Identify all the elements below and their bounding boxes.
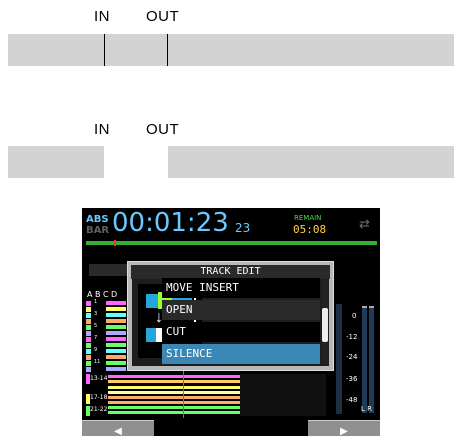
master-meter-peak-l [362,306,367,308]
top-in-label: IN [94,8,110,25]
time-counter: 00:01:23 [112,208,229,238]
top-in-marker [104,34,105,66]
track-letter-d: D [111,290,118,299]
menu-item-move-insert[interactable]: MOVE INSERT [162,278,320,298]
position-bar [86,241,377,245]
track-color-11 [86,361,91,366]
clip-11 [106,361,126,365]
abs-label: ABS [86,214,109,225]
track-color-7 [86,337,91,342]
clip-16 [108,391,240,394]
track-number-17-18: 17-18 [90,394,108,401]
bottom-silenced-region [104,146,168,178]
track-color-4 [86,319,91,324]
clip-19 [108,406,240,409]
prev-button[interactable]: ◀ [82,420,154,436]
meter-scale-12: -12 [346,333,358,341]
remain-time: 05:08 [293,223,327,236]
master-meter-l [362,308,367,413]
left-arrow-icon: ◀ [114,426,122,436]
master-meter-peak-r [369,306,374,308]
clip-7 [106,337,126,341]
menu-item-open[interactable]: OPEN [162,300,320,320]
meter-scale-24: -24 [346,353,358,361]
track-color-1 [86,301,91,306]
position-marker [114,240,116,246]
track-letter-c: C [103,290,109,299]
track-letter-a: A [87,290,93,299]
clip-17 [108,396,240,399]
clip-10 [106,355,126,359]
remain-label: REMAIN [294,214,322,222]
track-letter-b: B [95,290,101,299]
clip-8 [106,343,126,347]
track-color-9 [86,349,91,354]
clip-9 [106,349,126,353]
clip-4 [106,319,126,323]
playhead-line [183,368,184,418]
track-number-3: 3 [94,311,98,317]
top-out-label: OUT [146,8,180,25]
track-color-12 [86,367,91,372]
track-number-5: 5 [94,323,98,329]
track-color-2 [86,307,91,312]
track-number-21-22: 21-22 [90,406,108,413]
track-number-11: 11 [94,359,101,365]
clip-3 [106,313,126,317]
meter-scale-48: -48 [346,396,358,404]
clip-18 [108,401,240,404]
frame-counter: 23 [235,221,251,235]
bottom-out-label: OUT [146,121,180,138]
clip-15 [108,386,240,389]
clip-20 [108,411,240,414]
clip-5 [106,325,126,329]
track-area-dark [240,374,326,416]
dialog-scrollbar-thumb[interactable] [322,308,328,342]
track-color-8 [86,343,91,348]
clip-12 [106,367,126,371]
top-out-marker [167,34,168,66]
track-number-7: 7 [94,335,98,341]
bottom-in-label: IN [94,121,110,138]
dialog-title: TRACK EDIT [131,265,330,279]
clip-14 [108,380,240,383]
clip-13 [108,375,240,378]
meter-bar-left [336,304,342,414]
track-color-5 [86,325,91,330]
menu-item-cut[interactable]: CUT [162,322,320,342]
repeat-icon: ⇄ [359,217,370,232]
meter-lr-label: L R [361,405,372,413]
right-arrow-icon: ▶ [340,426,348,436]
meter-scale-0: 0 [352,312,357,320]
track-number-9: 9 [94,347,98,353]
clip-6 [106,331,126,335]
device-screen: ABS BAR 00:01:23 23 REMAIN 05:08 ⇄ A B C… [82,208,380,436]
track-color-10 [86,355,91,360]
icon-bottom-bar [146,328,156,342]
menu-item-silence[interactable]: SILENCE [162,344,320,364]
track-number-13-14: 13-14 [90,375,108,382]
bottom-track-bar-left [8,146,104,178]
clip-2 [106,307,126,311]
track-color-6 [86,331,91,336]
track-number-1: 1 [94,299,98,305]
icon-top-bar [146,294,158,308]
clip-1 [106,301,126,305]
top-track-bar [8,34,454,66]
bottom-track-bar-right [168,146,454,178]
master-meter-r [369,308,374,413]
next-button[interactable]: ▶ [308,420,380,436]
meter-scale-36: -36 [346,375,358,383]
track-color-3 [86,313,91,318]
bar-label: BAR [86,225,110,236]
